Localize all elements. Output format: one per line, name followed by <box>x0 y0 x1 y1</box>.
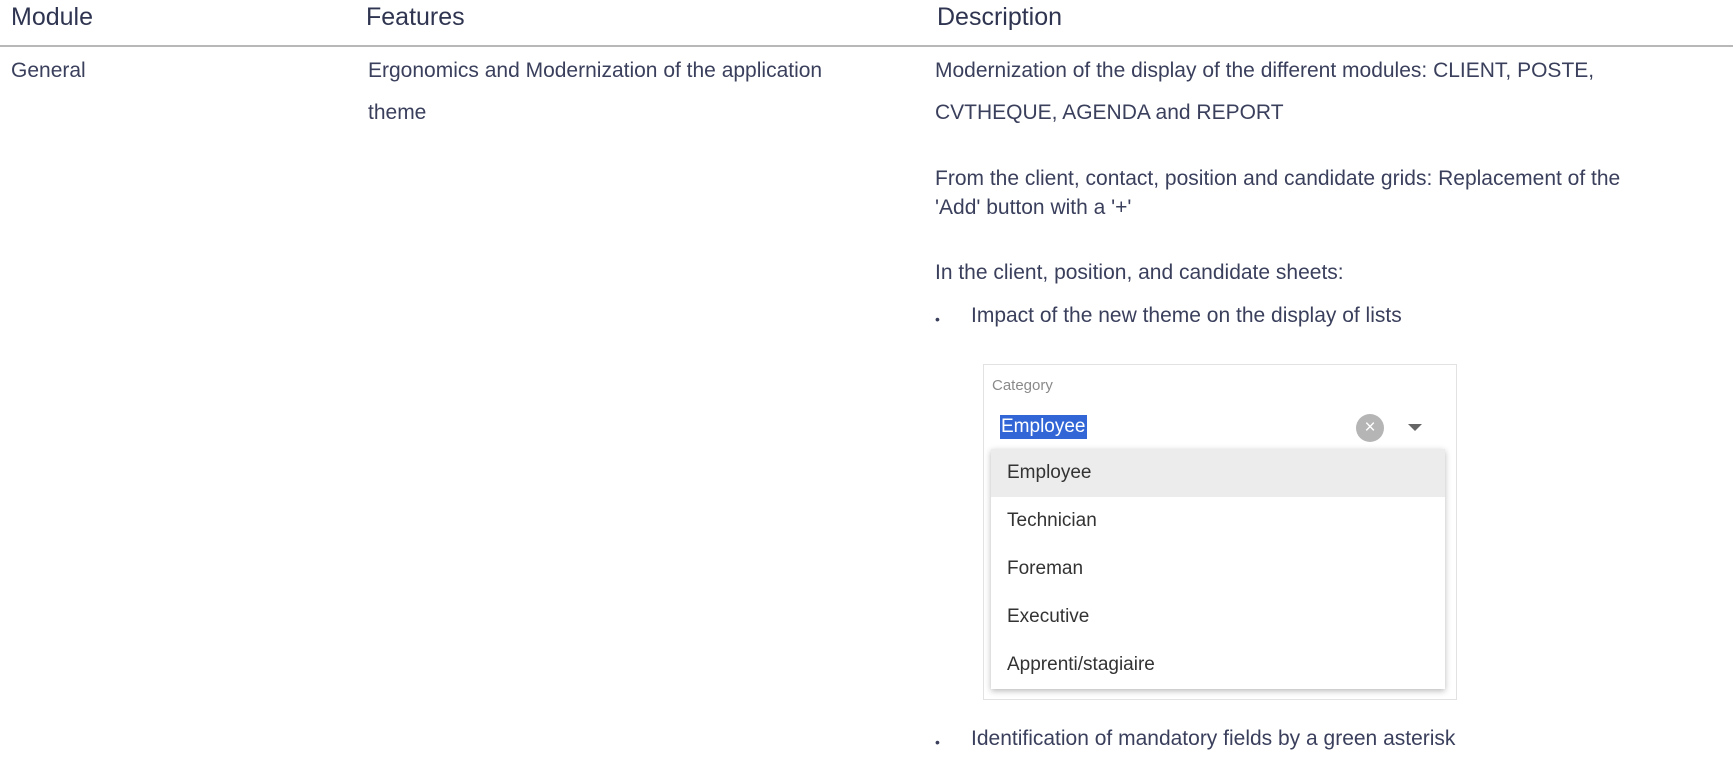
header-description: Description <box>937 3 1063 31</box>
description-p2-line2: 'Add' button with a '+' <box>935 196 1132 219</box>
bullet-icon: • <box>935 734 940 750</box>
header-module: Module <box>11 3 93 31</box>
dropdown-selected-value[interactable]: Employee <box>1000 415 1087 439</box>
dropdown-label: Category <box>992 377 1053 394</box>
dropdown-option[interactable]: Apprenti/stagiaire <box>991 641 1445 689</box>
description-p3: In the client, position, and candidate s… <box>935 261 1344 284</box>
clear-icon[interactable]: × <box>1356 414 1384 442</box>
description-p2-line1: From the client, contact, position and c… <box>935 167 1621 190</box>
module-cell: General <box>11 59 86 82</box>
dropdown-option[interactable]: Executive <box>991 593 1445 641</box>
dropdown-screenshot: Category Employee × Employee Technician … <box>983 364 1457 700</box>
description-p1-line1: Modernization of the display of the diff… <box>935 59 1595 82</box>
chevron-down-icon[interactable] <box>1408 424 1422 431</box>
feature-cell-line1: Ergonomics and Modernization of the appl… <box>368 59 823 82</box>
description-p1-line2: CVTHEQUE, AGENDA and REPORT <box>935 101 1284 124</box>
dropdown-option[interactable]: Technician <box>991 497 1445 545</box>
feature-cell-line2: theme <box>368 101 427 124</box>
dropdown-option[interactable]: Employee <box>991 449 1445 497</box>
bullet-item-1: Impact of the new theme on the display o… <box>971 304 1402 327</box>
header-divider <box>0 45 1733 47</box>
dropdown-menu: Employee Technician Foreman Executive Ap… <box>991 449 1445 689</box>
dropdown-option[interactable]: Foreman <box>991 545 1445 593</box>
header-features: Features <box>366 3 465 31</box>
bullet-item-2: Identification of mandatory fields by a … <box>971 727 1456 750</box>
bullet-icon: • <box>935 311 940 327</box>
